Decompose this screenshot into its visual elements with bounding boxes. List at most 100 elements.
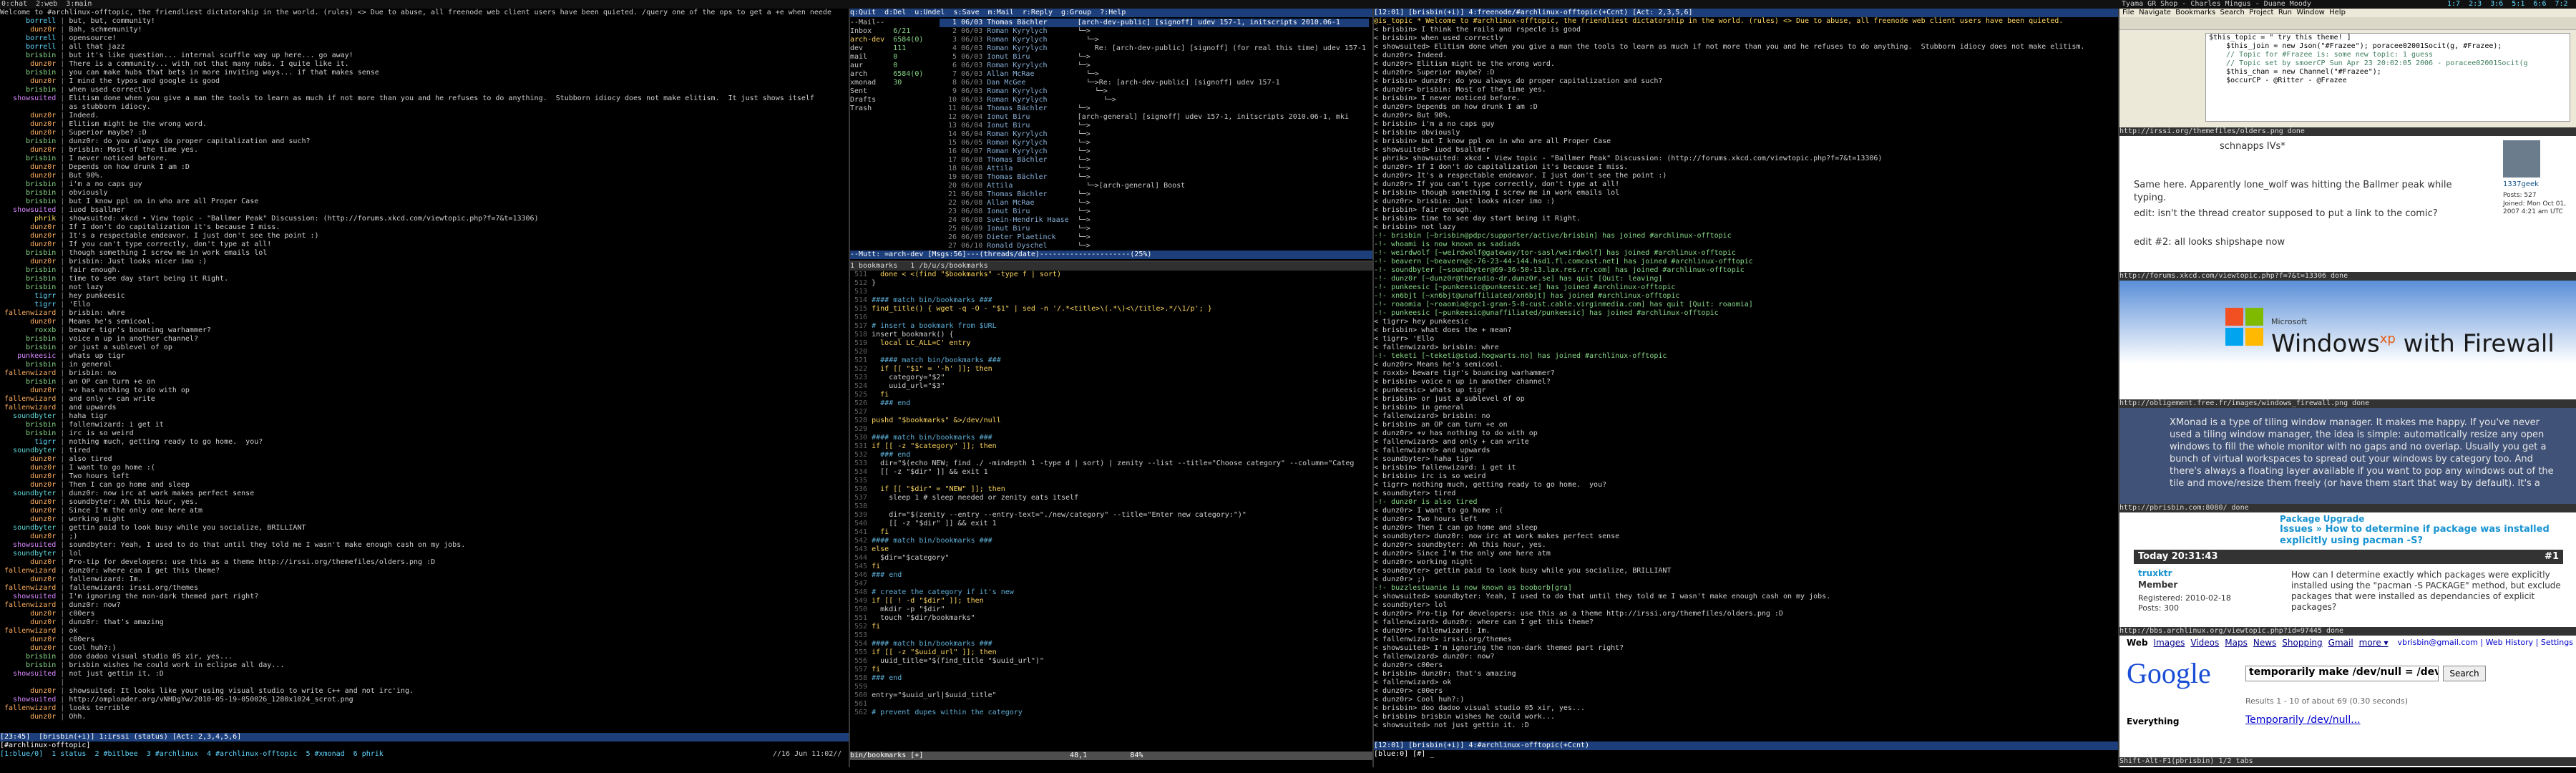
irc-nick[interactable]: dunz0r <box>0 112 56 120</box>
irc-nick[interactable]: dunz0r <box>0 129 56 137</box>
mutt-message-row[interactable]: 8 06/03 Dan McGee └─>Re: [arch-dev-publi… <box>940 79 1369 87</box>
irc-nick[interactable]: brisbin <box>0 429 56 437</box>
irc-nick[interactable]: showsuited <box>0 94 56 102</box>
google-everything[interactable]: Everything <box>2127 717 2179 726</box>
irc-nick[interactable]: dunz0r <box>0 713 56 721</box>
forum-title[interactable]: Issues » How to determine if package was… <box>2280 524 2566 547</box>
mutt-message-row[interactable]: 15 06/05 Roman Kyrylych └─> <box>940 139 1369 147</box>
mutt-message-row[interactable]: 18 06/08 Attila └─> <box>940 165 1369 173</box>
irc-nick[interactable]: dunz0r <box>0 533 56 540</box>
mutt-folder[interactable]: arch-dev 6584(0) <box>850 36 936 44</box>
mutt-message-row[interactable]: 10 06/03 Roman Kyrylych └─> <box>940 96 1369 104</box>
irc-nick[interactable]: brisbin <box>0 189 56 197</box>
irc-nick[interactable]: soundbyter <box>0 490 56 497</box>
mutt-message-row[interactable]: 19 06/08 Thomas Bächler └─> <box>940 173 1369 182</box>
google-nav-link[interactable]: more ▾ <box>2356 638 2391 647</box>
mutt-message-row[interactable]: 5 06/03 Ionut Biru └─> <box>940 53 1369 62</box>
irc-nick[interactable]: soundbyter <box>0 447 56 454</box>
irc-nick[interactable]: dunz0r <box>0 172 56 180</box>
vim-buffer[interactable]: 511 done < <(find "$bookmarks" -type f |… <box>850 271 1372 717</box>
irc-nick[interactable]: borrell <box>0 17 56 25</box>
google-search-button[interactable]: Search <box>2443 666 2486 681</box>
mutt-folder[interactable]: arch 6584(0) <box>850 70 936 79</box>
mutt-message-row[interactable]: 25 06/09 Ionut Biru └─> <box>940 225 1369 233</box>
irc-nick[interactable]: fallenwizard <box>0 567 56 575</box>
irc-nick[interactable]: showsuited <box>0 541 56 549</box>
irc-nick[interactable]: dunz0r <box>0 636 56 643</box>
mutt-message-row[interactable]: 27 06/10 Ronald Dyschel └─> <box>940 242 1369 251</box>
google-result-title[interactable]: Temporarily /dev/null... <box>2245 715 2361 725</box>
irc-nick[interactable]: fallenwizard <box>0 309 56 317</box>
irc-nick[interactable]: dunz0r <box>0 258 56 266</box>
mutt-message-row[interactable]: 6 06/03 Roman Kyrylych └─> <box>940 62 1369 70</box>
irc-nick[interactable]: fallenwizard <box>0 584 56 592</box>
irc-nick[interactable]: brisbin <box>0 421 56 429</box>
irc-nick[interactable]: dunz0r <box>0 575 56 583</box>
mutt-folder[interactable]: Drafts <box>850 96 936 104</box>
irc-nick[interactable]: dunz0r <box>0 687 56 695</box>
irc-nick[interactable]: dunz0r <box>0 223 56 231</box>
google-account[interactable]: vbrisbin@gmail.com | Web History | Setti… <box>2398 638 2573 647</box>
irc-nick[interactable]: brisbin <box>0 155 56 162</box>
mutt-message-row[interactable]: 17 06/08 Thomas Bächler └─> <box>940 156 1369 165</box>
irc-nick[interactable]: fallenwizard <box>0 404 56 412</box>
google-nav-link[interactable]: Images <box>2151 638 2188 647</box>
irc-nick[interactable]: dunz0r <box>0 610 56 618</box>
irc-nick[interactable]: brisbin <box>0 283 56 291</box>
mutt-folder[interactable]: Trash <box>850 104 936 113</box>
irc-nick[interactable]: soundbyter <box>0 524 56 532</box>
irc-input[interactable]: [#archlinux-offtopic] <box>0 742 849 750</box>
irc-nick[interactable]: dunz0r <box>0 26 56 34</box>
irc-nick[interactable]: brisbin <box>0 344 56 351</box>
irc-nick[interactable]: fallenwizard <box>0 704 56 712</box>
mutt-message-row[interactable]: 9 06/03 Roman Kyrylych └─> <box>940 87 1369 96</box>
post-username[interactable]: 1337geek <box>2503 180 2539 189</box>
mutt-message-row[interactable]: 23 06/08 Ionut Biru └─> <box>940 208 1369 216</box>
irc-nick[interactable]: dunz0r <box>0 318 56 326</box>
irc-nick[interactable]: brisbin <box>0 653 56 661</box>
irc-nick[interactable]: brisbin <box>0 137 56 145</box>
mutt-message-row[interactable]: 12 06/04 Ionut Biru [arch-general] [sign… <box>940 113 1369 122</box>
irc-nick[interactable]: dunz0r <box>0 507 56 515</box>
irc-nick[interactable]: tigrr <box>0 292 56 300</box>
irc-nick[interactable]: dunz0r <box>0 618 56 626</box>
forum-category[interactable]: Package Upgrade <box>2280 514 2364 524</box>
irc-nick[interactable]: dunz0r <box>0 60 56 68</box>
irc-nick[interactable]: dunz0r <box>0 240 56 248</box>
irc-nick[interactable]: brisbin <box>0 266 56 274</box>
irc-nick[interactable]: dunz0r <box>0 464 56 472</box>
irc-nick[interactable]: tigrr <box>0 301 56 308</box>
mutt-message-row[interactable]: 4 06/03 Roman Kyrylych Re: [arch-dev-pub… <box>940 44 1369 53</box>
mutt-folder[interactable]: xmonad 30 <box>850 79 936 87</box>
mutt-folder[interactable]: Sent <box>850 87 936 96</box>
irc-nick[interactable]: phrik <box>0 215 56 223</box>
mutt-message-row[interactable]: 16 06/07 Roman Kyrylych └─> <box>940 147 1369 156</box>
forum-post-number[interactable]: #1 <box>2545 550 2559 564</box>
irc-nick[interactable]: dunz0r <box>0 515 56 523</box>
irc-nick[interactable]: borrell <box>0 34 56 42</box>
mutt-message-row[interactable]: 22 06/08 Allan McRae └─> <box>940 199 1369 208</box>
irc-nick[interactable]: dunz0r <box>0 77 56 85</box>
vim-tabline[interactable]: 1 bookmarks 1 /b/u/s/bookmarks <box>850 262 1372 271</box>
mutt-message-row[interactable]: 26 06/09 Dieter Plaetinck └─> <box>940 233 1369 242</box>
irc-nick[interactable]: soundbyter <box>0 550 56 558</box>
mutt-message-row[interactable]: 11 06/04 Thomas Bächler └─> <box>940 104 1369 113</box>
irc-nick[interactable]: brisbin <box>0 361 56 369</box>
mutt-folder[interactable]: dev 111 <box>850 44 936 53</box>
irc-nick[interactable]: dunz0r <box>0 481 56 489</box>
irc-tabs[interactable]: [1:blue/0] 1 status 2 #bitlbee 3 #archli… <box>0 750 644 759</box>
irc-nick[interactable]: dunz0r <box>0 472 56 480</box>
google-nav-link[interactable]: Web <box>2124 638 2151 647</box>
mutt-folder[interactable]: mail 0 <box>850 53 936 62</box>
mutt-folder[interactable]: --Mail-- <box>850 19 936 27</box>
irc-nick[interactable]: punkeesic <box>0 352 56 360</box>
irc-nick[interactable]: brisbin <box>0 275 56 283</box>
irc-nick[interactable]: tigrr <box>0 438 56 446</box>
mutt-folder[interactable]: aur 0 <box>850 62 936 70</box>
eclipse-editor[interactable]: $this_topic = " try this theme! ] $this_… <box>2205 33 2570 122</box>
mutt-message-row[interactable]: 21 06/08 Thomas Bächler └─> <box>940 190 1369 199</box>
irc-nick[interactable]: brisbin <box>0 378 56 386</box>
irc-nick[interactable]: brisbin <box>0 180 56 188</box>
google-nav-link[interactable]: News <box>2250 638 2279 647</box>
irc-nick[interactable]: dunz0r <box>0 644 56 652</box>
